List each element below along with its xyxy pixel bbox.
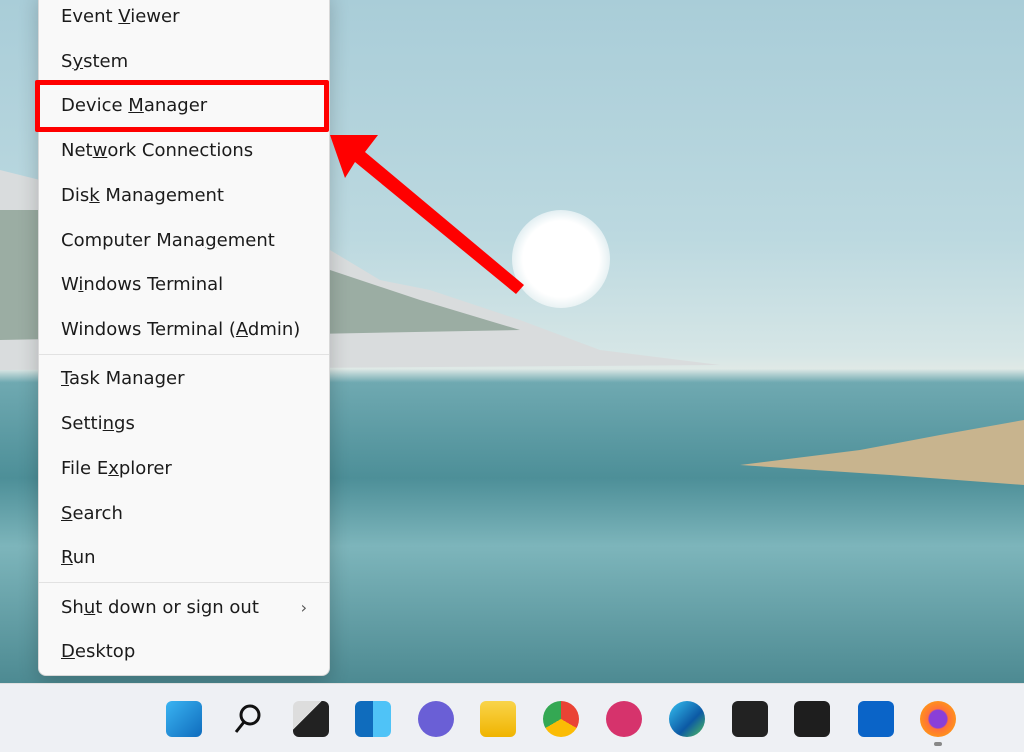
edge-icon[interactable] (669, 701, 705, 737)
taskbar (0, 683, 1024, 752)
outlook-icon[interactable] (858, 701, 894, 737)
start-icon[interactable] (166, 701, 202, 737)
figma-icon[interactable] (794, 701, 830, 737)
skitch-icon[interactable] (606, 701, 642, 737)
annotation-arrow (330, 135, 524, 294)
chat-icon[interactable] (418, 701, 454, 737)
screen-recorder-icon[interactable] (732, 701, 768, 737)
search-icon[interactable] (230, 701, 266, 737)
task-view-icon[interactable] (293, 701, 329, 737)
chrome-icon[interactable] (543, 701, 579, 737)
widgets-icon[interactable] (355, 701, 391, 737)
file-explorer-icon[interactable] (480, 701, 516, 737)
firefox-icon[interactable] (920, 701, 956, 737)
running-indicator (934, 742, 942, 746)
